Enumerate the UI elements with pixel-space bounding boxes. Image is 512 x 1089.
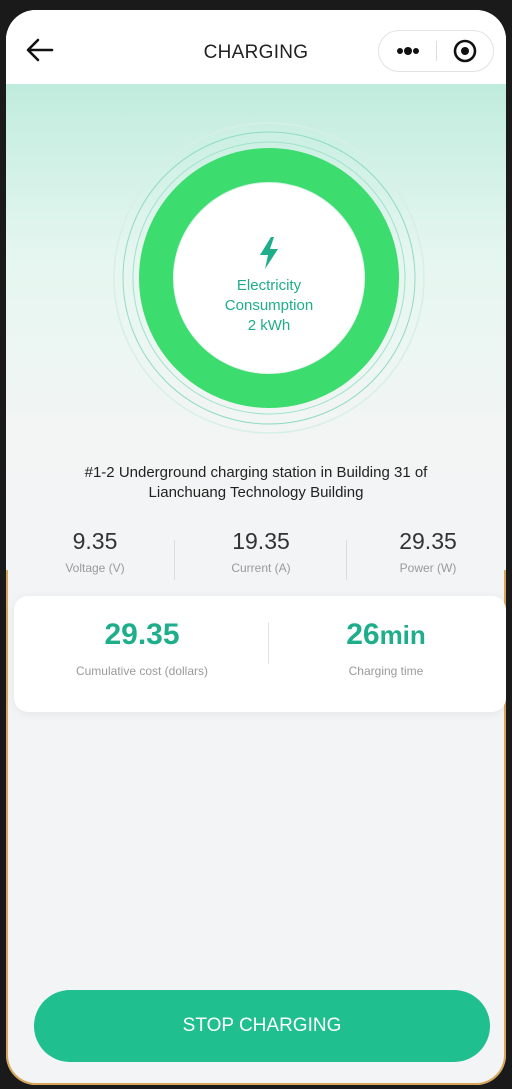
current-metric: 19.35 Current (A) bbox=[186, 528, 336, 575]
consumption-value: 2 kWh bbox=[247, 317, 291, 334]
charging-time-number: 26 bbox=[346, 618, 380, 651]
cumulative-cost-label: Cumulative cost (dollars) bbox=[75, 664, 209, 678]
station-name: #1-2 Underground charging station in Bui… bbox=[46, 463, 466, 503]
charging-time-label: Charging time bbox=[348, 664, 424, 678]
consumption-label-line2: Consumption bbox=[224, 297, 314, 314]
cumulative-cost-value: 29.35 bbox=[104, 618, 180, 651]
power-metric: 29.35 Power (W) bbox=[353, 528, 503, 575]
current-value: 19.35 bbox=[232, 528, 290, 554]
metric-divider bbox=[346, 540, 347, 580]
station-name-line2: Lianchuang Technology Building bbox=[148, 484, 364, 501]
charging-time-unit: min bbox=[379, 620, 426, 650]
electrical-metrics: 9.35 Voltage (V) 19.35 Current (A) 29.35… bbox=[6, 528, 506, 590]
station-name-line1: #1-2 Underground charging station in Bui… bbox=[84, 464, 428, 481]
charging-summary-card: 29.35 Cumulative cost (dollars) 26min Ch… bbox=[14, 596, 506, 712]
target-circle-icon[interactable] bbox=[437, 31, 493, 71]
phone-screen: CHARGING Electricity Consumption 2 kWh #… bbox=[6, 10, 506, 1085]
current-label: Current (A) bbox=[231, 561, 291, 575]
mini-program-capsule bbox=[378, 30, 494, 72]
consumption-readout: Electricity Consumption 2 kWh bbox=[196, 236, 342, 336]
top-bar: CHARGING bbox=[6, 10, 506, 84]
lightning-bolt-icon bbox=[260, 237, 278, 269]
stop-charging-button[interactable]: STOP CHARGING bbox=[34, 990, 490, 1062]
voltage-value: 9.35 bbox=[72, 528, 118, 554]
power-value: 29.35 bbox=[399, 528, 457, 554]
metric-divider bbox=[174, 540, 175, 580]
voltage-metric: 9.35 Voltage (V) bbox=[20, 528, 170, 575]
charging-time-value: 26min bbox=[286, 618, 486, 652]
consumption-label-line1: Electricity bbox=[236, 277, 302, 294]
voltage-label: Voltage (V) bbox=[65, 561, 125, 575]
more-dots-icon[interactable] bbox=[379, 31, 435, 71]
card-divider bbox=[268, 622, 269, 664]
power-label: Power (W) bbox=[399, 561, 457, 575]
